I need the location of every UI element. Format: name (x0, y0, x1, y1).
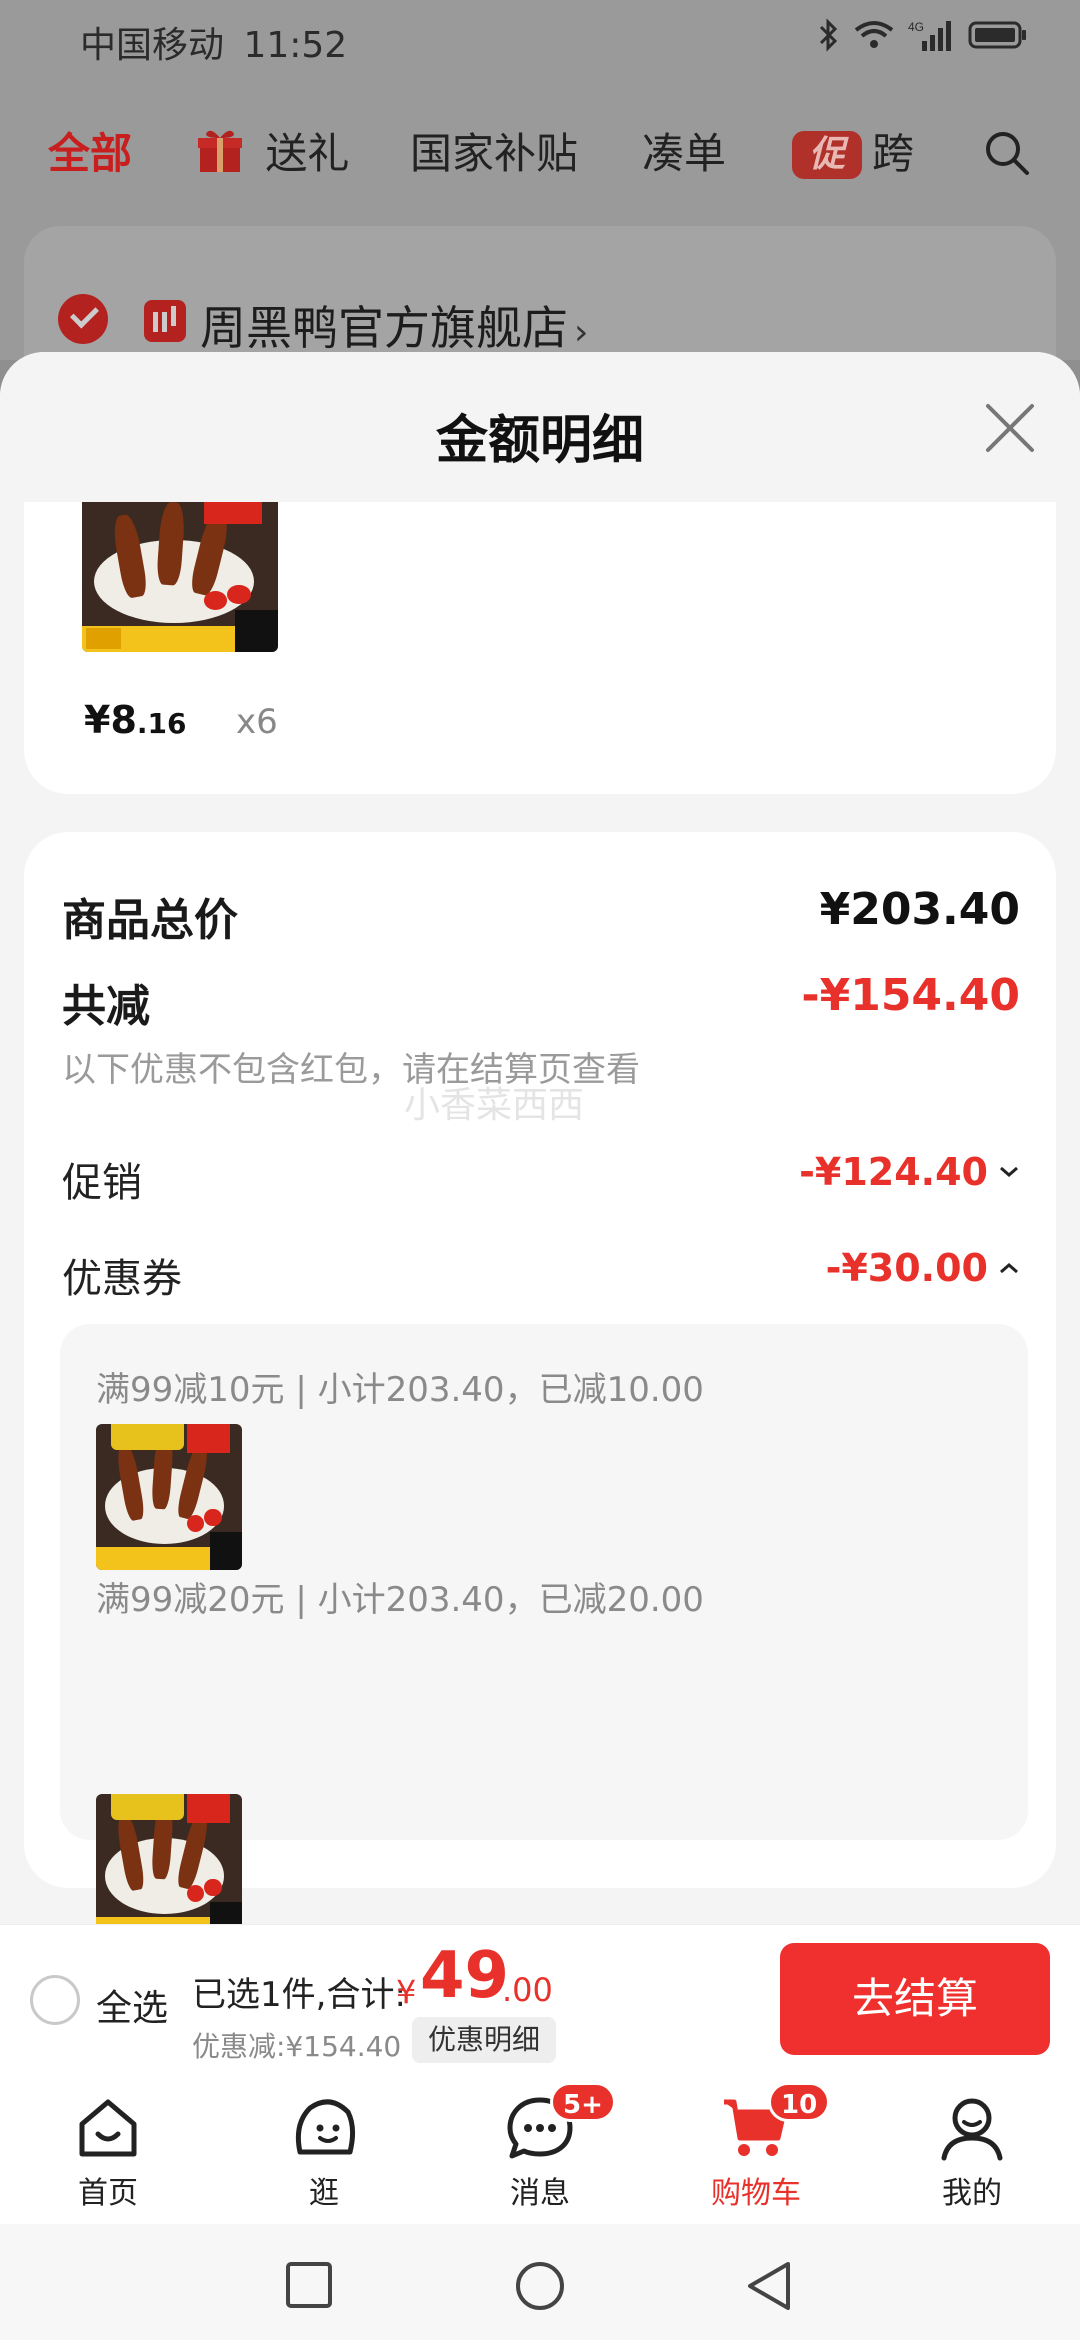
coupon-label: 优惠券 (62, 1256, 182, 1302)
tab-cross-label: 跨 (872, 129, 915, 178)
chevron-down-icon (1000, 1166, 1018, 1177)
nav-browse[interactable]: 逛 (244, 2074, 404, 2224)
promo-badge: 促 (792, 131, 862, 179)
nav-profile[interactable]: 我的 (892, 2074, 1052, 2224)
nav-browse-label: 逛 (309, 2176, 339, 2211)
product-image (82, 502, 278, 652)
discount-detail-button[interactable]: 优惠明细 (412, 2017, 557, 2063)
store-logo-icon (144, 300, 186, 342)
browse-face-icon (295, 2099, 356, 2155)
recent-apps-icon[interactable] (284, 2260, 334, 2310)
total-reduction-row: 共减 -¥154.40 (62, 970, 1020, 1032)
tab-all-label: 全部 (48, 129, 133, 178)
status-carrier: 中国移动 11:52 (80, 16, 347, 68)
status-icons: 4G (818, 18, 1028, 52)
home-icon (79, 2099, 137, 2157)
tab-subsidy-label: 国家补贴 (410, 129, 579, 178)
promotion-value: -¥124.40 (799, 1150, 988, 1194)
gift-icon (198, 130, 242, 172)
select-all-label[interactable]: 全选 (96, 1979, 168, 2031)
nav-home[interactable]: 首页 (28, 2074, 188, 2224)
home-circle-icon[interactable] (514, 2260, 566, 2312)
coupon-breakdown: 满99减10元 | 小计203.40，已减10.00 满99减20元 | 小计2… (60, 1324, 1028, 1940)
coupon-product-image (96, 1794, 242, 1940)
battery-icon (968, 21, 1026, 49)
nav-cart[interactable]: 10 购物车 (676, 2074, 836, 2224)
nav-messages-label: 消息 (510, 2176, 570, 2211)
sum-currency: ¥ (396, 1973, 417, 2011)
tab-bundle-label: 凑单 (642, 129, 727, 178)
total-price-value: ¥203.40 (819, 884, 1020, 935)
tab-all[interactable]: 全部 (48, 120, 132, 181)
coupon-value-wrap: -¥30.00 (826, 1246, 1020, 1290)
tab-cross[interactable]: 促跨 (792, 120, 914, 181)
bluetooth-icon (819, 18, 838, 52)
item-price-int: ¥8 (84, 698, 137, 742)
carrier-name: 中国移动 (80, 25, 225, 66)
coupon-product-image (96, 1424, 242, 1570)
item-quantity: x6 (236, 702, 278, 742)
store-name-text: 周黑鸭官方旗舰店 (200, 301, 568, 355)
coupon-item-text: 满99减20元 | 小计203.40，已减20.00 (96, 1580, 704, 1620)
item-price: ¥8.16 (84, 698, 187, 742)
chevron-up-icon (1000, 1263, 1018, 1274)
nav-home-label: 首页 (78, 2176, 138, 2211)
watermark: 小香菜西西 (404, 1085, 585, 1126)
checkout-button[interactable]: 去结算 (780, 1943, 1050, 2055)
nav-cart-label: 购物车 (711, 2176, 801, 2211)
total-price-row: 商品总价 ¥203.40 (62, 884, 1020, 946)
back-triangle-icon[interactable] (744, 2260, 794, 2312)
total-price-label: 商品总价 (62, 895, 238, 946)
tab-bundle[interactable]: 凑单 (642, 120, 726, 181)
checkout-bar: 全选 已选1件,合计: ¥ 49 .00 优惠减:¥154.40 优惠明细 去结… (0, 1924, 1080, 2074)
discount-amount: 优惠减:¥154.40 (192, 2030, 402, 2063)
total-reduction-value: -¥154.40 (801, 970, 1020, 1021)
coupon-value: -¥30.00 (825, 1246, 988, 1290)
coupon-item-text: 满99减10元 | 小计203.40，已减10.00 (96, 1370, 704, 1410)
store-name[interactable]: 周黑鸭官方旗舰店 › (200, 292, 588, 358)
item-price-dec: .16 (136, 707, 187, 740)
sheet-title: 金额明细 (435, 411, 644, 471)
close-icon[interactable] (980, 398, 1040, 458)
selected-summary: 已选1件,合计: (192, 1975, 406, 2015)
nav-profile-label: 我的 (942, 2176, 1002, 2211)
sum-decimal: .00 (502, 1971, 553, 2009)
message-badge: 5+ (550, 2082, 616, 2122)
sheet-header: 金额明细 (0, 352, 1080, 502)
total-reduction-label: 共减 (62, 981, 150, 1032)
profile-icon (941, 2098, 1003, 2161)
system-navigation-bar (0, 2224, 1080, 2340)
promotion-label: 促销 (62, 1160, 142, 1206)
search-icon[interactable] (982, 128, 1032, 178)
item-card: ¥8.16 x6 (24, 502, 1056, 794)
bottom-navigation: 首页 逛 5+ 消息 10 购物车 我的 (0, 2074, 1080, 2224)
nav-messages[interactable]: 5+ 消息 (460, 2074, 620, 2224)
tab-gift-label: 送礼 (265, 129, 350, 178)
chevron-right-icon: › (574, 312, 589, 353)
svg-text:4G: 4G (908, 20, 924, 34)
category-tabs: 全部 送礼 国家补贴 凑单 促跨 (0, 110, 1080, 190)
status-time: 11:52 (243, 25, 348, 66)
promotion-value-wrap: -¥124.40 (799, 1150, 1020, 1194)
status-bar: 中国移动 11:52 4G (0, 0, 1080, 74)
store-checkbox[interactable] (58, 294, 108, 344)
cart-badge: 10 (768, 2082, 831, 2122)
tab-subsidy[interactable]: 国家补贴 (410, 120, 578, 181)
wifi-icon (854, 21, 894, 48)
tab-gift[interactable]: 送礼 (196, 120, 349, 181)
select-all-radio[interactable] (30, 1975, 80, 2025)
sum-integer: 49 (420, 1939, 510, 2013)
signal-icon: 4G (908, 20, 951, 51)
